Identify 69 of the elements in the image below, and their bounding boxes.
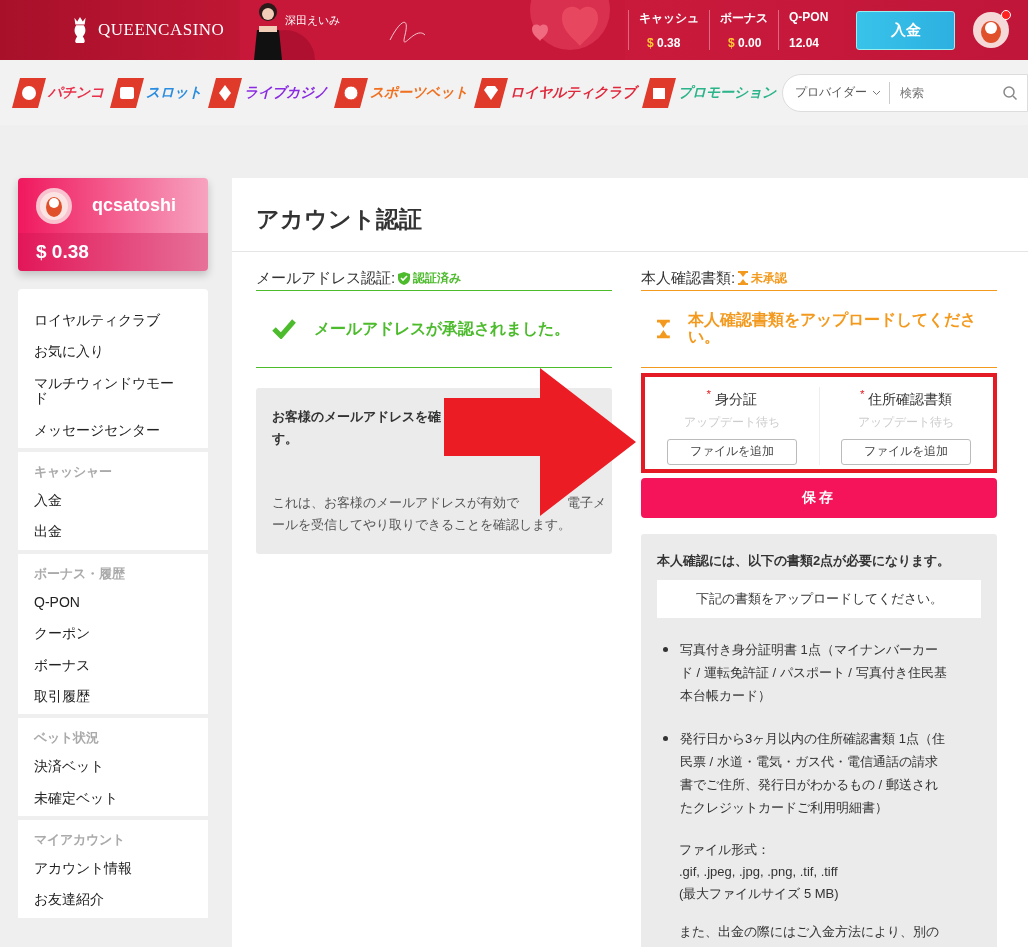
save-button[interactable]: 保存 bbox=[641, 478, 997, 518]
promo-name: 深田えいみ bbox=[285, 13, 340, 28]
menu-item[interactable]: ロイヤルティクラブ bbox=[34, 305, 184, 337]
menu-item[interactable]: クーポン bbox=[34, 618, 184, 650]
menu-item[interactable]: Q-PON bbox=[34, 586, 184, 619]
add-file-button[interactable]: ファイルを追加 bbox=[666, 438, 797, 465]
info-text: す。 bbox=[272, 430, 299, 448]
balance-label: Q-PON bbox=[789, 10, 829, 24]
menu-item[interactable]: マルチウィンドウモード bbox=[34, 367, 184, 415]
check-icon bbox=[272, 319, 296, 339]
info-text: .gif, .jpeg, .jpg, .png, .tif, .tiff bbox=[678, 863, 839, 881]
status-label: 未承認 bbox=[751, 269, 788, 287]
section-heading: キャッシャー bbox=[34, 462, 113, 481]
balance-value: $ 0.00 bbox=[727, 36, 763, 50]
note-text: 下記の書類をアップロードしてください。 bbox=[657, 580, 981, 618]
section-heading: ベット状況 bbox=[34, 729, 100, 748]
menu-item[interactable]: お気に入り bbox=[34, 336, 184, 368]
upload-label: $^{*}$ 身分証 bbox=[706, 387, 757, 409]
avatar-icon[interactable] bbox=[973, 12, 1010, 48]
username: qcsatoshi bbox=[92, 195, 177, 216]
add-file-button[interactable]: ファイルを追加 bbox=[841, 438, 972, 465]
status-message: 本人確認書類をアップロードしてください。 bbox=[687, 312, 977, 346]
list-item: 発行日から3ヶ月以内の住所確認書類 1点（住民票 / 水道・電気・ガス代・電信通話の請求書でご住所、発行日がわかるもの / 郵送されたクレジットカードご利用明細書） bbox=[680, 730, 947, 817]
avatar-icon bbox=[36, 187, 72, 224]
section-label: 本人確認書類: bbox=[641, 268, 736, 288]
info-text: (最大ファイルサイズ 5 MB) bbox=[678, 885, 840, 903]
upload-label: $^{*}$ 住所確認書類 bbox=[860, 387, 953, 409]
info-text: ファイル形式： bbox=[678, 841, 771, 859]
info-text: 電子メ bbox=[567, 495, 606, 512]
page-title: アカウント認証 bbox=[232, 178, 1028, 252]
menu-item[interactable]: 未確定ベット bbox=[34, 782, 184, 815]
section-heading: ボーナス・履歴 bbox=[34, 564, 126, 583]
info-text: また、出金の際にはご入金方法により、別の bbox=[678, 923, 940, 941]
diamond-icon bbox=[474, 77, 508, 108]
info-text: ールを受信してやり取りできることを確認します。 bbox=[272, 517, 572, 534]
list-item: 写真付き身分証明書 1点（マイナンバーカード / 運転免許証 / パスポート / 写真付き住民基本台帳カード） bbox=[680, 641, 948, 705]
soccer-icon bbox=[334, 77, 368, 108]
menu-item[interactable]: 取引履歴 bbox=[34, 680, 184, 713]
slot-icon bbox=[110, 77, 144, 108]
chevron-icon bbox=[872, 89, 881, 96]
provider-dropdown[interactable]: プロバイダー bbox=[795, 81, 890, 104]
status-label: 認証済み bbox=[413, 269, 462, 287]
nav-link[interactable]: パチンコ bbox=[12, 77, 104, 108]
balance-value: $ 0.38 bbox=[646, 36, 682, 50]
status-message: メールアドレスが承認されました。 bbox=[314, 320, 570, 338]
gift-icon bbox=[642, 77, 676, 108]
menu-item[interactable]: メッセージセンター bbox=[34, 414, 184, 446]
menu-item[interactable]: 入金 bbox=[34, 484, 184, 517]
balance-label: ボーナス bbox=[720, 10, 768, 27]
menu-item[interactable]: アカウント情報 bbox=[34, 853, 184, 885]
bullet-icon bbox=[663, 647, 668, 652]
menu-item[interactable]: お友達紹介 bbox=[34, 884, 184, 916]
bullet-icon bbox=[663, 736, 668, 741]
section-heading: マイアカウント bbox=[34, 831, 126, 850]
info-text: これは、お客様のメールアドレスが有効で bbox=[272, 495, 519, 512]
info-text: お客様のメールアドレスを確 bbox=[272, 408, 442, 426]
nav-link[interactable]: ライブカジノ bbox=[208, 77, 328, 108]
hourglass-icon bbox=[657, 319, 670, 339]
menu-item[interactable]: 出金 bbox=[34, 516, 184, 548]
logo-text[interactable]: QUEENCASINO bbox=[98, 20, 225, 40]
balance-label: キャッシュ bbox=[639, 10, 699, 27]
balance-value: 12.04 bbox=[789, 36, 821, 50]
balance-value: $ 0.38 bbox=[18, 233, 208, 271]
cards-icon bbox=[208, 77, 242, 108]
info-title: 本人確認には、以下の書類2点が必要になります。 bbox=[657, 552, 952, 570]
section-label: メールアドレス認証: bbox=[256, 268, 396, 288]
search-icon[interactable] bbox=[1003, 85, 1017, 100]
menu-item[interactable]: ボーナス bbox=[34, 649, 184, 681]
menu-item[interactable]: 決済ベット bbox=[34, 751, 184, 783]
